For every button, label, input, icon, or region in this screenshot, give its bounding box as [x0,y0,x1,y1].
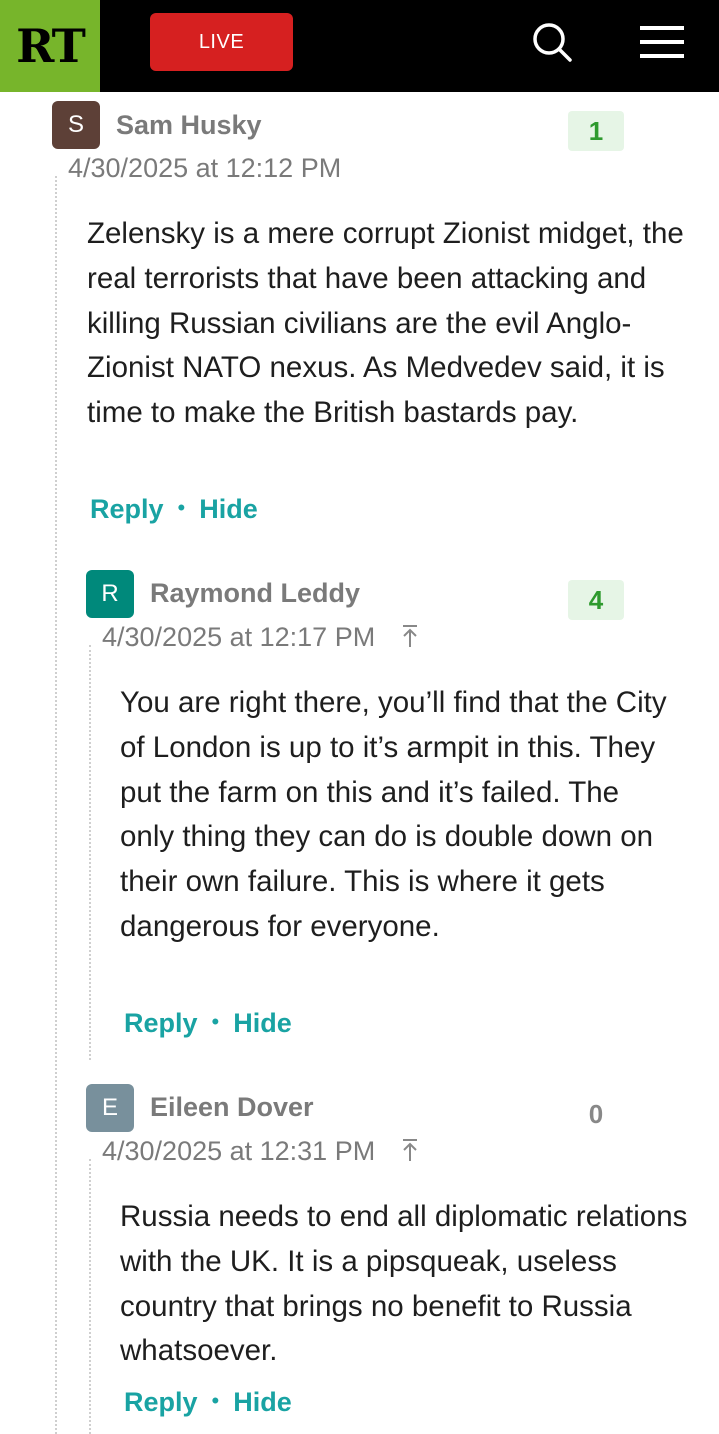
reply-button[interactable]: Reply [90,494,164,524]
comment-author[interactable]: Raymond Leddy [150,578,360,609]
avatar: S [52,101,100,149]
action-separator: • [211,1388,220,1413]
comment-date[interactable]: 4/30/2025 at 12:12 PM [68,153,341,184]
avatar: E [86,1084,134,1132]
hide-button[interactable]: Hide [233,1387,292,1417]
comment-author[interactable]: Eileen Dover [150,1092,314,1123]
comment-score: 0 [588,1098,604,1129]
comment-actions: Reply • Hide [90,494,258,525]
comment-score: 1 [568,111,624,151]
thread-line [89,645,91,1060]
top-navigation-bar: RT LIVE [0,0,719,92]
hide-button[interactable]: Hide [199,494,258,524]
comment-body: Russia needs to end all diplomatic relat… [120,1200,688,1368]
comment-actions: Reply • Hide [124,1387,292,1418]
jump-to-parent-icon[interactable] [401,1138,419,1162]
jump-to-parent-icon[interactable] [401,624,419,648]
reply-button[interactable]: Reply [124,1387,198,1417]
comment-body: You are right there, you’ll find that th… [120,686,667,943]
hide-button[interactable]: Hide [233,1008,292,1038]
action-separator: • [177,495,186,520]
comment-body: Zelensky is a mere corrupt Zionist midge… [87,217,684,430]
comment-score: 4 [568,580,624,620]
reply-button[interactable]: Reply [124,1008,198,1038]
thread-line [55,176,57,1434]
comment-date[interactable]: 4/30/2025 at 12:17 PM [102,622,419,653]
hamburger-menu-icon[interactable] [638,22,686,62]
rt-logo[interactable]: RT [0,0,100,92]
action-separator: • [211,1009,220,1034]
thread-line [89,1159,91,1434]
live-button[interactable]: LIVE [150,13,293,71]
avatar: R [86,570,134,618]
comment-author[interactable]: Sam Husky [116,110,262,141]
comment-actions: Reply • Hide [124,1008,292,1039]
comment-date[interactable]: 4/30/2025 at 12:31 PM [102,1136,419,1167]
search-icon[interactable] [530,20,574,64]
